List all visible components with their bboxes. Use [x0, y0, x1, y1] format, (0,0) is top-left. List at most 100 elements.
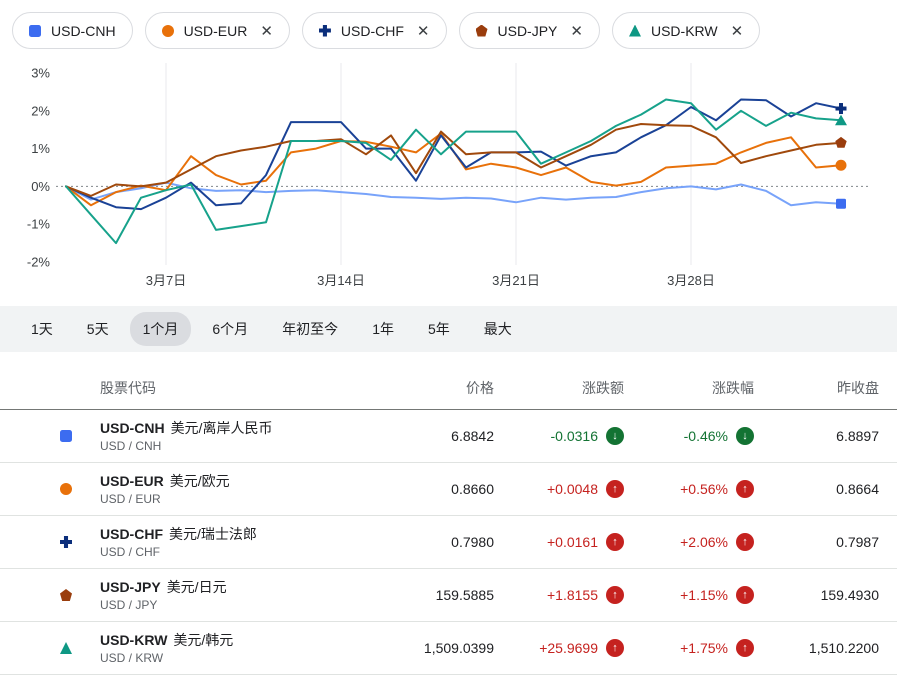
trend-up-icon: ↑ [606, 639, 624, 657]
table-row[interactable]: USD-EUR美元/欧元 USD / EUR 0.8660 +0.0048 ↑ … [0, 463, 897, 516]
price: 6.8842 [364, 428, 494, 444]
ticker: USD-KRW [100, 632, 167, 648]
trend-up-icon: ↑ [606, 480, 624, 498]
change-cell: +0.0161 ↑ [494, 533, 624, 551]
pair-name: 美元/离岸人民币 [171, 420, 273, 436]
svg-text:3月28日: 3月28日 [667, 273, 715, 288]
change-pct-cell: +1.15% ↑ [624, 586, 754, 604]
pair-name: 美元/日元 [167, 579, 227, 595]
range-5d[interactable]: 5天 [74, 312, 122, 346]
pentagon-marker-icon [476, 25, 488, 37]
quotes-table: 股票代码 价格 涨跌额 涨跌幅 昨收盘 USD-CNH 美元/离岸人民币 USD … [0, 378, 897, 675]
prev-close: 0.8664 [754, 481, 879, 497]
chip-label: USD-KRW [651, 23, 718, 39]
symbol-cell: USD-KRW 美元/韩元 USD / KRW [100, 632, 364, 665]
change-pct-cell: +2.06% ↑ [624, 533, 754, 551]
table-row[interactable]: USD-JPY美元/日元 USD / JPY 159.5885 +1.8155 … [0, 569, 897, 622]
change-value: +0.0048 [547, 481, 598, 497]
chip-label: USD-JPY [498, 23, 558, 39]
pentagon-marker-icon [60, 589, 72, 601]
change-pct-value: +1.75% [680, 640, 728, 656]
ticker: USD-EUR [100, 473, 164, 489]
header-symbol: 股票代码 [100, 378, 364, 398]
change-pct-value: +0.56% [680, 481, 728, 497]
circle-marker-icon [162, 25, 174, 37]
square-marker-icon [29, 25, 41, 37]
trend-up-icon: ↑ [736, 480, 754, 498]
prev-close: 0.7987 [754, 534, 879, 550]
plus-marker-icon [319, 25, 331, 37]
triangle-marker-icon [629, 25, 641, 37]
change-cell: +1.8155 ↑ [494, 586, 624, 604]
square-marker-icon [60, 430, 72, 442]
svg-text:-1%: -1% [27, 217, 51, 232]
range-1m[interactable]: 1个月 [130, 312, 192, 346]
range-1y[interactable]: 1年 [359, 312, 407, 346]
svg-text:1%: 1% [31, 141, 50, 156]
chip-usd-chf[interactable]: USD-CHF ✕ [302, 12, 447, 49]
range-5y[interactable]: 5年 [415, 312, 463, 346]
change-value: -0.0316 [551, 428, 598, 444]
price: 0.8660 [364, 481, 494, 497]
ticker: USD-CNH [100, 420, 165, 436]
triangle-marker-icon [60, 642, 72, 654]
symbol-cell: USD-CHF 美元/瑞士法郎 USD / CHF [100, 526, 364, 559]
header-price: 价格 [364, 378, 494, 398]
change-value: +25.9699 [539, 640, 598, 656]
table-row[interactable]: USD-CNH 美元/离岸人民币 USD / CNH 6.8842 -0.0316… [0, 410, 897, 463]
close-icon[interactable]: ✕ [260, 22, 273, 40]
ticker: USD-CHF [100, 526, 163, 542]
change-value: +0.0161 [547, 534, 598, 550]
header-change: 涨跌额 [494, 378, 624, 398]
svg-text:3%: 3% [31, 66, 50, 81]
table-row[interactable]: USD-CHF 美元/瑞士法郎 USD / CHF 0.7980 +0.0161 … [0, 516, 897, 569]
svg-text:3月21日: 3月21日 [492, 273, 540, 288]
chart-canvas[interactable]: 3月7日3月14日3月21日3月28日3%2%1%0%-1%-2% [6, 57, 886, 293]
trend-up-icon: ↑ [606, 586, 624, 604]
change-pct-cell: -0.46% ↓ [624, 427, 754, 445]
change-pct-cell: +1.75% ↑ [624, 639, 754, 657]
pair-sub: USD / JPY [100, 598, 364, 612]
table-row[interactable]: USD-KRW 美元/韩元 USD / KRW 1,509.0399 +25.96… [0, 622, 897, 675]
trend-up-icon: ↑ [606, 533, 624, 551]
range-ytd[interactable]: 年初至今 [269, 312, 351, 346]
chip-usd-krw[interactable]: USD-KRW ✕ [612, 12, 760, 49]
change-cell: -0.0316 ↓ [494, 427, 624, 445]
header-change-pct: 涨跌幅 [624, 378, 754, 398]
range-6m[interactable]: 6个月 [199, 312, 261, 346]
pair-sub: USD / CNH [100, 439, 364, 453]
pair-sub: USD / KRW [100, 651, 364, 665]
prev-close: 6.8897 [754, 428, 879, 444]
plus-marker-icon [60, 536, 72, 548]
pair-sub: USD / EUR [100, 492, 364, 506]
chip-label: USD-CNH [51, 23, 116, 39]
price: 0.7980 [364, 534, 494, 550]
change-value: +1.8155 [547, 587, 598, 603]
svg-text:0%: 0% [31, 179, 50, 194]
chip-usd-eur[interactable]: USD-EUR ✕ [145, 12, 290, 49]
chip-usd-jpy[interactable]: USD-JPY ✕ [459, 12, 600, 49]
pair-name: 美元/瑞士法郎 [169, 526, 257, 542]
pair-sub: USD / CHF [100, 545, 364, 559]
header-prev-close: 昨收盘 [754, 378, 879, 398]
price: 159.5885 [364, 587, 494, 603]
change-pct-cell: +0.56% ↑ [624, 480, 754, 498]
svg-text:-2%: -2% [27, 255, 51, 270]
chip-usd-cnh[interactable]: USD-CNH [12, 12, 133, 49]
close-icon[interactable]: ✕ [731, 22, 744, 40]
prev-close: 159.4930 [754, 587, 879, 603]
pair-name: 美元/欧元 [170, 473, 230, 489]
trend-up-icon: ↑ [736, 586, 754, 604]
price: 1,509.0399 [364, 640, 494, 656]
chip-label: USD-CHF [341, 23, 404, 39]
close-icon[interactable]: ✕ [417, 22, 430, 40]
close-icon[interactable]: ✕ [570, 22, 583, 40]
comparison-chips-bar: USD-CNH USD-EUR ✕ USD-CHF ✕ USD-JPY ✕ US… [0, 0, 897, 55]
symbol-cell: USD-JPY美元/日元 USD / JPY [100, 579, 364, 612]
range-1d[interactable]: 1天 [18, 312, 66, 346]
range-max[interactable]: 最大 [471, 312, 525, 346]
pair-name: 美元/韩元 [173, 632, 233, 648]
change-pct-value: +1.15% [680, 587, 728, 603]
change-pct-value: +2.06% [680, 534, 728, 550]
circle-marker-icon [60, 483, 72, 495]
